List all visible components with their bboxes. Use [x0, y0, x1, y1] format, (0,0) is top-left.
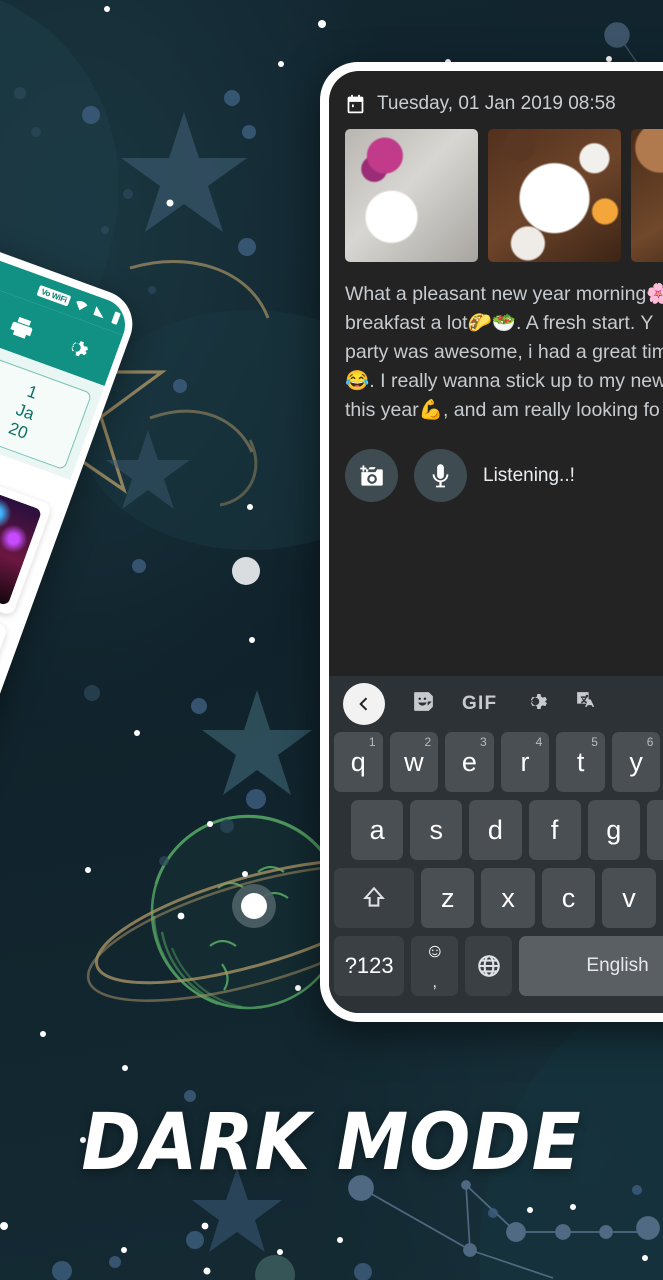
brunch-table-photo[interactable] — [488, 129, 621, 262]
note-line: this year💪, and am really looking fo — [345, 399, 660, 422]
key-x[interactable]: x — [481, 868, 535, 928]
key-number: 5 — [591, 735, 598, 749]
coffee-and-magazine-photo[interactable] — [345, 129, 478, 262]
right-phone-device: Tuesday, 01 Jan 2019 08:58 What a pleasa… — [320, 62, 663, 1022]
key-s[interactable]: s — [410, 800, 463, 860]
key-g[interactable]: g — [587, 800, 640, 860]
note-line: 😂. I really wanna stick up to my new — [345, 370, 663, 393]
key-label: z — [441, 882, 455, 913]
key-w[interactable]: 2w — [389, 732, 439, 792]
battery-icon — [111, 311, 121, 325]
key-number: 6 — [646, 735, 654, 749]
globe-key[interactable] — [465, 936, 513, 996]
key-number: 1 — [368, 735, 376, 749]
keyboard-row-3: z x c v b — [329, 868, 663, 936]
keyboard-settings-gear-icon — [531, 694, 548, 709]
right-phone-screen: Tuesday, 01 Jan 2019 08:58 What a pleasa… — [329, 71, 663, 1013]
shift-key[interactable] — [334, 868, 415, 928]
key-label: a — [369, 814, 385, 845]
emoji-key-label: ☺ — [425, 941, 445, 962]
key-label: y — [629, 746, 643, 777]
keyboard-settings-button[interactable] — [523, 689, 548, 719]
key-label: f — [550, 814, 559, 845]
signal-icon — [93, 305, 104, 318]
add-photo-button[interactable] — [345, 449, 398, 503]
key-number: 2 — [424, 735, 432, 749]
key-t[interactable]: 5t — [556, 732, 605, 792]
key-label: ?123 — [344, 953, 394, 978]
calendar-icon — [347, 94, 364, 113]
key-q[interactable]: 1q — [334, 732, 383, 792]
translate-icon — [577, 692, 595, 707]
note-date-header: Tuesday, 01 Jan 2019 08:58 — [329, 71, 663, 129]
hands-breakfast-photo[interactable] — [631, 129, 663, 262]
sticker-icon — [414, 692, 433, 711]
key-h[interactable]: h — [646, 800, 663, 860]
note-date-text: Tuesday, 01 Jan 2019 08:58 — [377, 93, 616, 114]
settings-gear-icon[interactable] — [61, 331, 93, 363]
note-action-bar: Listening..! — [329, 425, 663, 524]
sticker-button[interactable] — [411, 689, 436, 719]
keyboard-row-2: a s d f g h — [329, 800, 663, 868]
key-label: c — [561, 882, 576, 913]
key-y[interactable]: 6y — [611, 732, 661, 792]
key-label: q — [350, 746, 366, 777]
key-r[interactable]: 4r — [500, 732, 550, 792]
wifi-icon — [76, 300, 88, 310]
key-label: v — [622, 882, 636, 913]
key-label: e — [461, 746, 477, 777]
microphone-icon — [432, 464, 449, 488]
key-z[interactable]: z — [421, 868, 475, 928]
add-photo-icon — [360, 465, 383, 486]
promo-headline: DARK MODE — [81, 1098, 582, 1188]
key-c[interactable]: c — [541, 868, 596, 928]
key-number: 3 — [480, 735, 487, 749]
keyboard-toolbar: GIF — [329, 676, 663, 732]
key-label: g — [606, 814, 622, 845]
keyboard-back-button[interactable] — [343, 683, 385, 725]
print-icon[interactable] — [6, 311, 38, 343]
keyboard-row-1: 1q 2w 3e 4r 5t 6y 7u — [329, 732, 663, 800]
key-label: s — [429, 814, 444, 845]
note-line: What a pleasant new year morning🌸 — [345, 283, 663, 305]
key-label: English — [586, 955, 649, 976]
on-screen-keyboard: GIF 1q 2w 3e 4r 5t 6y 7u a s d — [329, 676, 663, 1013]
microphone-button[interactable] — [414, 449, 467, 503]
back-chevron-icon — [359, 697, 368, 711]
emoji-comma-key[interactable]: ☺ , — [411, 936, 459, 996]
key-label: w — [404, 746, 424, 777]
symbols-key[interactable]: ?123 — [334, 936, 405, 996]
key-label: t — [576, 746, 585, 777]
comma-key-label: , — [432, 972, 438, 991]
key-label: d — [487, 814, 503, 845]
key-number: 4 — [535, 735, 543, 749]
note-body-text[interactable]: What a pleasant new year morning🌸 breakf… — [329, 262, 663, 425]
translate-button[interactable] — [574, 689, 599, 719]
keyboard-row-4: ?123 ☺ , English — [329, 936, 663, 1004]
vowifi-badge: Vo WiFi — [37, 284, 72, 307]
note-line: breakfast a lot🌮🥗. A fresh start. Y — [345, 312, 654, 335]
key-e[interactable]: 3e — [445, 732, 494, 792]
key-f[interactable]: f — [528, 800, 581, 860]
note-line: party was awesome, i had a great tim — [345, 341, 663, 364]
key-label: r — [520, 746, 530, 777]
voice-status-text: Listening..! — [483, 464, 575, 486]
key-d[interactable]: d — [469, 800, 522, 860]
globe-icon — [477, 955, 500, 977]
key-v[interactable]: v — [602, 868, 656, 928]
key-label: x — [501, 882, 515, 913]
key-a[interactable]: a — [351, 800, 404, 860]
gif-button[interactable]: GIF — [462, 693, 497, 715]
note-photo-strip — [329, 129, 663, 262]
spacebar[interactable]: English — [519, 936, 663, 996]
shift-arrow-icon — [363, 886, 385, 907]
